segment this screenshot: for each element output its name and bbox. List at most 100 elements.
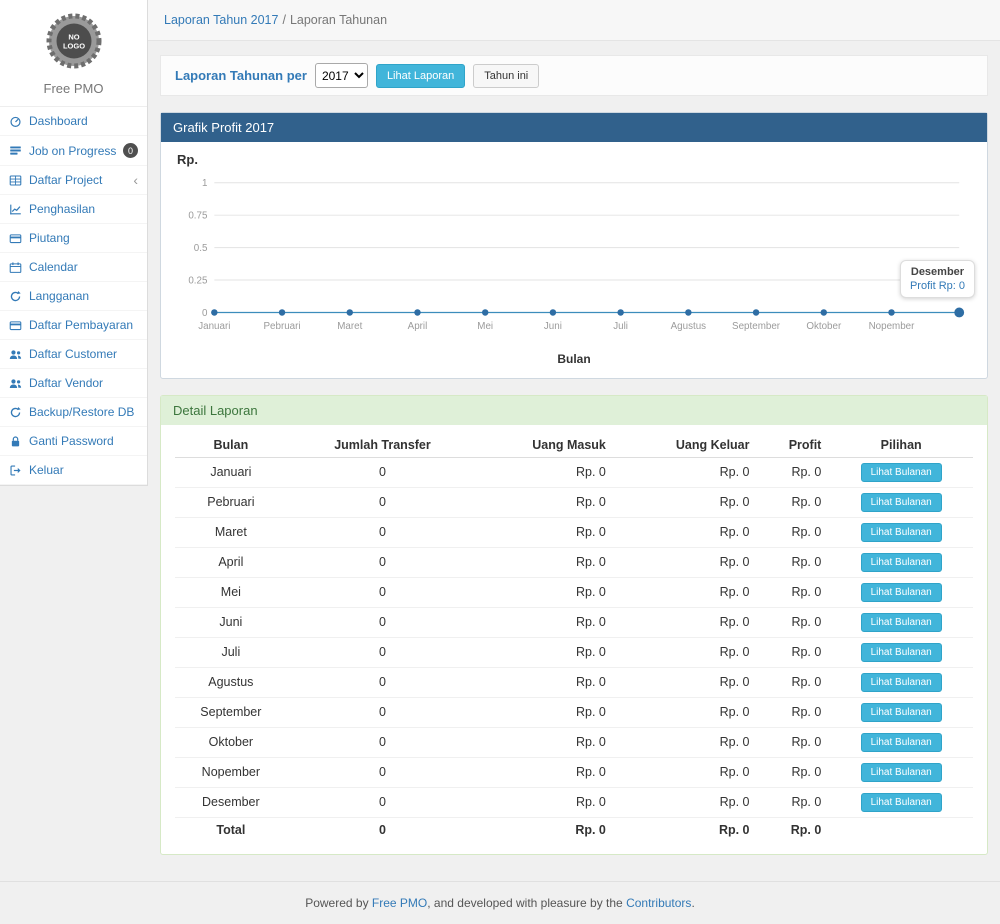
dashboard-icon [9,115,23,128]
page: NO LOGO Free PMO Dashboard Job on Progres… [0,0,1000,881]
sidebar-item-job-on-progress[interactable]: Job on Progress0 [0,136,147,166]
sidebar-item-label: Daftar Vendor [29,376,138,390]
cell-jumlah_transfer: 0 [287,547,479,577]
svg-text:Juli: Juli [613,321,628,332]
line-chart-icon [9,203,23,216]
total-pilihan-cell [829,817,973,842]
sidebar-item-dashboard[interactable]: Dashboard [0,107,147,136]
sidebar-item-label: Dashboard [29,114,138,128]
sidebar-item-calendar[interactable]: Calendar [0,253,147,282]
lihat-bulanan-button[interactable]: Lihat Bulanan [861,463,942,482]
total-label: Total [175,817,287,842]
cell-uang_masuk: Rp. 0 [478,637,614,667]
sidebar-item-daftar-pembayaran[interactable]: Daftar Pembayaran [0,311,147,340]
lihat-bulanan-button[interactable]: Lihat Bulanan [861,493,942,512]
sidebar-item-langganan[interactable]: Langganan [0,282,147,311]
table-row-oktober: Oktober0Rp. 0Rp. 0Rp. 0Lihat Bulanan [175,727,973,757]
sidebar-item-label: Penghasilan [29,202,138,216]
cell-bulan: Desember [175,787,287,817]
cell-uang_keluar: Rp. 0 [614,547,758,577]
profit-line-chart: 00.250.50.751JanuariPebruariMaretAprilMe… [175,169,973,352]
svg-text:Agustus: Agustus [671,321,707,332]
repeat-icon [9,290,23,303]
app-root: NO LOGO Free PMO Dashboard Job on Progres… [0,0,1000,924]
report-filter-panel: Laporan Tahunan per 2017 Lihat Laporan T… [160,55,988,96]
cell-pilihan: Lihat Bulanan [829,487,973,517]
footer: Powered by Free PMO, and developed with … [0,881,1000,924]
cell-profit: Rp. 0 [758,547,830,577]
cell-pilihan: Lihat Bulanan [829,607,973,637]
lihat-bulanan-button[interactable]: Lihat Bulanan [861,703,942,722]
cell-uang_keluar: Rp. 0 [614,727,758,757]
cell-bulan: Agustus [175,667,287,697]
table-row-juli: Juli0Rp. 0Rp. 0Rp. 0Lihat Bulanan [175,637,973,667]
lihat-laporan-button[interactable]: Lihat Laporan [376,64,465,88]
sidebar-item-daftar-customer[interactable]: Daftar Customer [0,340,147,369]
lihat-bulanan-button[interactable]: Lihat Bulanan [861,673,942,692]
breadcrumb-separator: / [282,13,285,27]
profit-chart-panel: Grafik Profit 2017 Rp. 00.250.50.751Janu… [160,112,988,379]
column-header-uang-keluar: Uang Keluar [614,433,758,458]
svg-text:Maret: Maret [337,321,362,332]
svg-text:0: 0 [202,308,208,319]
lihat-bulanan-button[interactable]: Lihat Bulanan [861,553,942,572]
cell-jumlah_transfer: 0 [287,667,479,697]
svg-text:Pebruari: Pebruari [264,321,301,332]
table-total-row: Total0Rp. 0Rp. 0Rp. 0 [175,817,973,842]
lihat-bulanan-button[interactable]: Lihat Bulanan [861,523,942,542]
lihat-bulanan-button[interactable]: Lihat Bulanan [861,733,942,752]
lihat-bulanan-button[interactable]: Lihat Bulanan [861,583,942,602]
cell-bulan: Nopember [175,757,287,787]
lihat-bulanan-button[interactable]: Lihat Bulanan [861,643,942,662]
footer-text-powered-by: Powered by [305,896,372,910]
tahun-ini-button[interactable]: Tahun ini [473,64,539,88]
cell-pilihan: Lihat Bulanan [829,457,973,487]
breadcrumb: Laporan Tahun 2017/Laporan Tahunan [148,0,1000,41]
footer-text-period: . [691,896,694,910]
sidebar-item-label: Backup/Restore DB [29,405,138,419]
svg-text:0.25: 0.25 [188,275,208,286]
sidebar-item-ganti-password[interactable]: Ganti Password [0,427,147,456]
year-select[interactable]: 2017 [315,63,368,88]
sidebar-item-daftar-project[interactable]: Daftar Project‹ [0,166,147,195]
lihat-bulanan-button[interactable]: Lihat Bulanan [861,763,942,782]
lihat-bulanan-button[interactable]: Lihat Bulanan [861,613,942,632]
sidebar-item-penghasilan[interactable]: Penghasilan [0,195,147,224]
sidebar-item-label: Daftar Pembayaran [29,318,138,332]
svg-text:September: September [732,321,781,332]
footer-link-contributors[interactable]: Contributors [626,896,691,910]
table-header-row: BulanJumlah TransferUang MasukUang Kelua… [175,433,973,458]
chevron-left-icon: ‹ [133,173,138,187]
cell-profit: Rp. 0 [758,487,830,517]
table-row-april: April0Rp. 0Rp. 0Rp. 0Lihat Bulanan [175,547,973,577]
cell-profit: Rp. 0 [758,727,830,757]
sidebar-item-label: Calendar [29,260,138,274]
sidebar-item-keluar[interactable]: Keluar [0,456,147,485]
cell-uang_keluar: Rp. 0 [614,697,758,727]
cell-profit: Rp. 0 [758,697,830,727]
sidebar-item-daftar-vendor[interactable]: Daftar Vendor [0,369,147,398]
y-axis-title: Rp. [177,152,973,167]
cell-uang_masuk: Rp. 0 [478,487,614,517]
footer-link-free-pmo[interactable]: Free PMO [372,896,427,910]
sidebar-item-piutang[interactable]: Piutang [0,224,147,253]
logo-area: NO LOGO Free PMO [0,0,147,107]
cell-jumlah_transfer: 0 [287,577,479,607]
cell-uang_keluar: Rp. 0 [614,577,758,607]
tooltip-value: Profit Rp: 0 [910,280,965,292]
svg-text:0.5: 0.5 [194,243,208,254]
svg-text:0.75: 0.75 [188,211,208,222]
sidebar-item-backup-restore-db[interactable]: Backup/Restore DB [0,398,147,427]
column-header-bulan: Bulan [175,433,287,458]
cell-uang_keluar: Rp. 0 [614,517,758,547]
breadcrumb-link-laporan-tahun[interactable]: Laporan Tahun 2017 [164,13,278,27]
total-profit: Rp. 0 [758,817,830,842]
count-badge: 0 [123,143,138,158]
sidebar-item-label: Daftar Customer [29,347,138,361]
tooltip-month: Desember [910,266,965,278]
lihat-bulanan-button[interactable]: Lihat Bulanan [861,793,942,812]
svg-text:1: 1 [202,178,207,189]
detail-laporan-panel: Detail Laporan BulanJumlah TransferUang … [160,395,988,855]
users-icon [9,348,23,361]
cell-jumlah_transfer: 0 [287,697,479,727]
